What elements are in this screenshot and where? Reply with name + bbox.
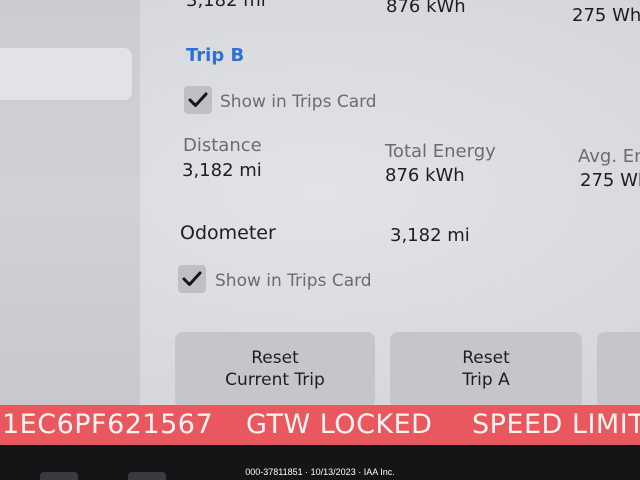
vin-fragment: 1EC6PF621567 [2, 409, 214, 440]
trip-b-avg-energy-label: Avg. En [578, 146, 640, 167]
watermark: 000-37811851 · 10/13/2023 · IAA Inc. [245, 467, 395, 477]
reset-trip-a-button[interactable]: Reset Trip A [390, 332, 582, 408]
trip-a-total-energy-value: 876 kWh [386, 0, 466, 17]
reset-current-line2: Current Trip [225, 370, 325, 390]
trip-b-total-energy-label: Total Energy [385, 141, 496, 162]
speed-limit-status: SPEED LIMIT [472, 409, 640, 440]
trip-a-avg-energy-value: 275 Wh [572, 5, 640, 26]
checkmark-icon [182, 271, 202, 286]
reset-current-trip-button[interactable]: Reset Current Trip [175, 332, 375, 408]
odometer-value: 3,182 mi [390, 225, 470, 246]
checkmark-icon [188, 92, 208, 107]
trip-b-show-label: Show in Trips Card [220, 92, 377, 112]
reset-trip-a-line1: Reset [462, 348, 510, 368]
sidebar-item[interactable] [0, 48, 132, 100]
trip-b-heading: Trip B [186, 45, 245, 66]
sidebar [0, 0, 140, 408]
reset-current-line1: Reset [251, 348, 299, 368]
trip-b-distance-value: 3,182 mi [182, 160, 262, 181]
trip-b-avg-energy-value: 275 Wl [580, 170, 640, 191]
reset-trip-a-line2: Trip A [462, 370, 510, 390]
trips-screen: 3,182 mi 876 kWh 275 Wh Trip B Show in T… [0, 0, 640, 480]
trip-a-distance-value: 3,182 mi [186, 0, 266, 11]
gtw-locked-status: GTW LOCKED [246, 409, 433, 440]
alert-banner: 1EC6PF621567 GTW LOCKED SPEED LIMIT [0, 405, 640, 445]
trip-b-total-energy-value: 876 kWh [385, 165, 465, 186]
odometer-show-label: Show in Trips Card [215, 271, 372, 291]
odometer-show-checkbox[interactable] [178, 265, 206, 293]
odometer-label: Odometer [180, 222, 276, 244]
reset-trip-b-button[interactable] [597, 332, 640, 408]
trip-b-distance-label: Distance [183, 135, 262, 156]
trip-b-show-checkbox[interactable] [184, 86, 212, 114]
